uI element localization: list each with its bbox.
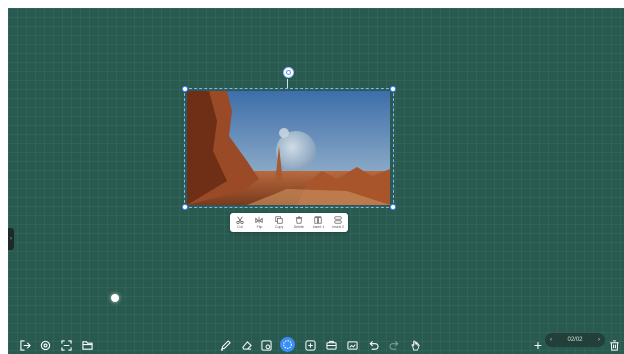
copy-icon: [275, 216, 283, 224]
pen-icon: [220, 339, 231, 351]
resize-handle-top-right[interactable]: [390, 86, 396, 92]
next-page-button[interactable]: ›: [598, 337, 600, 343]
insert-icon: [304, 339, 316, 351]
exit-icon: [19, 339, 31, 351]
menu-item-insert-2[interactable]: Insert 2: [329, 216, 347, 229]
selection-frame: [184, 88, 394, 208]
settings-button[interactable]: [38, 338, 52, 352]
resize-handle-bottom-right[interactable]: [390, 204, 396, 210]
menu-item-label: Flip: [256, 225, 263, 229]
shape-tool-button[interactable]: [259, 338, 273, 352]
pen-tool-button[interactable]: [218, 338, 232, 352]
settings-icon: [40, 340, 50, 350]
layer-down-icon: [334, 216, 342, 224]
trash-icon: [609, 339, 619, 351]
menu-item-label: Insert 1: [312, 225, 325, 229]
context-menu: Cut Flip Copy Delete Insert 1 Insert 2: [230, 213, 348, 232]
menu-item-cut[interactable]: Cut: [231, 216, 249, 229]
shape-icon: [260, 339, 272, 351]
undo-button[interactable]: [366, 338, 380, 352]
menu-item-copy[interactable]: Copy: [270, 216, 288, 229]
eraser-tool-button[interactable]: [239, 338, 253, 352]
eraser-icon: [241, 340, 252, 350]
toolbox-icon: [325, 340, 337, 350]
menu-item-label: Cut: [237, 225, 243, 229]
exit-button[interactable]: [18, 338, 32, 352]
select-icon: [283, 340, 292, 349]
folder-button[interactable]: [80, 338, 94, 352]
menu-item-flip[interactable]: Flip: [250, 216, 268, 229]
image-tool-button[interactable]: [345, 338, 359, 352]
fullscreen-icon: [60, 339, 72, 351]
rotate-line: [287, 79, 288, 88]
select-tool-button[interactable]: [280, 337, 295, 352]
menu-item-insert-1[interactable]: Insert 1: [309, 216, 327, 229]
redo-icon: [388, 340, 398, 350]
hand-icon: [410, 339, 420, 350]
image-icon: [346, 340, 358, 350]
floating-pointer-dot[interactable]: [111, 294, 119, 302]
menu-item-label: Delete: [293, 225, 304, 229]
delete-page-button[interactable]: [607, 338, 621, 352]
folder-icon: [81, 340, 93, 350]
undo-icon: [369, 340, 379, 350]
menu-item-label: Copy: [275, 225, 284, 229]
rotate-handle[interactable]: [283, 67, 294, 78]
insert-tool-button[interactable]: [303, 338, 317, 352]
flip-icon: [255, 216, 264, 224]
resize-handle-top-left[interactable]: [182, 86, 188, 92]
prev-page-button[interactable]: ‹: [550, 337, 552, 343]
menu-item-label: Insert 2: [332, 225, 344, 229]
add-page-button[interactable]: +: [531, 337, 545, 353]
menu-item-delete[interactable]: Delete: [290, 216, 308, 229]
layer-up-icon: [314, 216, 322, 224]
hand-tool-button[interactable]: [408, 338, 422, 352]
redo-button[interactable]: [387, 338, 401, 352]
page-navigator: ‹ 02/02 ›: [545, 333, 605, 347]
scissors-icon: [236, 216, 244, 224]
toolbox-button[interactable]: [324, 338, 338, 352]
page-indicator: 02/02: [567, 337, 583, 343]
trash-icon: [295, 216, 302, 224]
resize-handle-bottom-left[interactable]: [182, 204, 188, 210]
side-panel-toggle[interactable]: ›: [8, 228, 14, 250]
fullscreen-button[interactable]: [59, 338, 73, 352]
